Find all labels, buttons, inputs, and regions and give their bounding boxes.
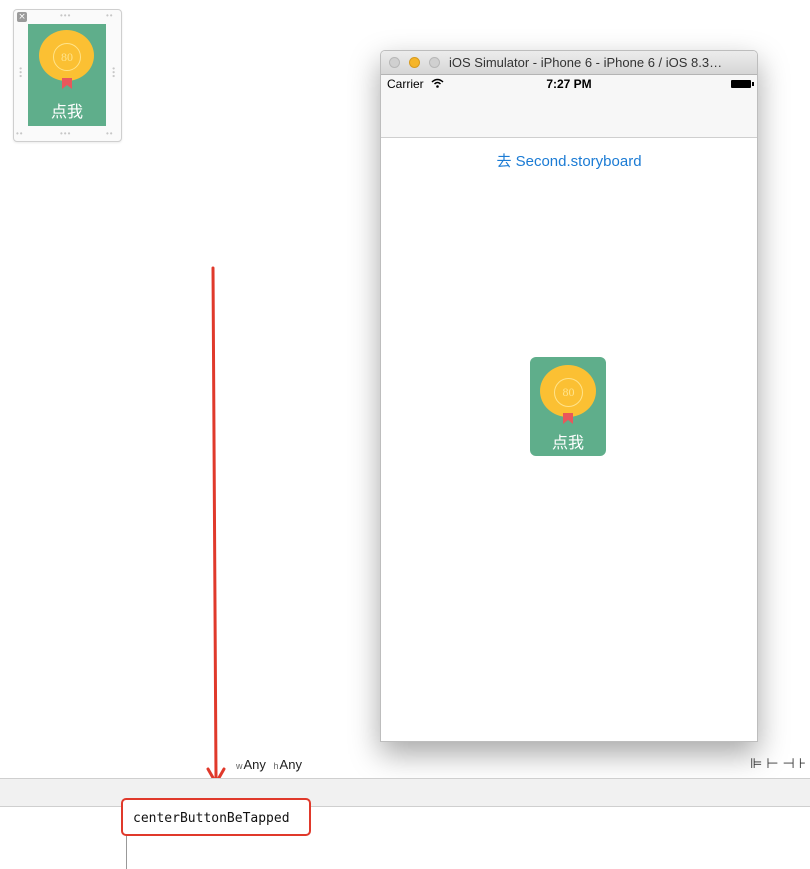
simulator-window[interactable]: iOS Simulator - iPhone 6 - iPhone 6 / iO… xyxy=(380,50,758,742)
battery-icon xyxy=(731,80,754,88)
ribbon-icon xyxy=(62,78,72,89)
resize-handle-corner-bl[interactable]: •• xyxy=(16,130,24,138)
align-icon[interactable]: ⊫ xyxy=(750,756,766,772)
xib-button-view[interactable]: × ••• ••• ••• ••• •• •• •• 80 点我 xyxy=(13,9,122,142)
zoom-window-button[interactable] xyxy=(429,57,440,68)
medal-tile[interactable]: 80 点我 xyxy=(28,24,106,126)
size-class-control[interactable]: wAny hAny xyxy=(236,757,302,772)
tile-label: 点我 xyxy=(50,104,83,121)
layout-toolbar: ⊫⊢⊣⊦ xyxy=(750,756,810,772)
resize-handle-bottom[interactable]: ••• xyxy=(60,130,71,138)
close-window-button[interactable] xyxy=(389,57,400,68)
pin-icon[interactable]: ⊢⊣ xyxy=(766,756,798,772)
minimize-window-button[interactable] xyxy=(409,57,420,68)
annotation-arrow xyxy=(206,266,226,785)
center-button[interactable]: 80 点我 xyxy=(530,357,606,456)
width-class: Any xyxy=(243,757,266,772)
method-name-highlight: centerButtonBeTapped xyxy=(121,798,311,836)
simulator-titlebar[interactable]: iOS Simulator - iPhone 6 - iPhone 6 / iO… xyxy=(381,51,757,75)
height-class: Any xyxy=(279,757,302,772)
width-prefix: w xyxy=(236,761,243,771)
window-title: iOS Simulator - iPhone 6 - iPhone 6 / iO… xyxy=(449,55,723,70)
status-bar: Carrier 7:27 PM xyxy=(381,75,757,93)
ribbon-icon xyxy=(563,413,573,424)
go-second-storyboard-button[interactable]: 去 Second.storyboard xyxy=(381,150,757,171)
resize-handle-right[interactable]: ••• xyxy=(109,67,118,78)
resize-handle-top[interactable]: ••• xyxy=(60,12,71,20)
close-icon[interactable]: × xyxy=(17,12,27,22)
resize-handle-left[interactable]: ••• xyxy=(16,67,25,78)
resize-handle-corner-br[interactable]: •• xyxy=(106,130,114,138)
code-gutter-line xyxy=(126,836,127,869)
method-name[interactable]: centerButtonBeTapped xyxy=(133,811,290,826)
medal-number: 80 xyxy=(554,378,583,407)
medal-number: 80 xyxy=(53,43,81,71)
resize-handle-corner-tr[interactable]: •• xyxy=(106,12,114,20)
resolve-icon[interactable]: ⊦ xyxy=(799,756,810,772)
height-prefix: h xyxy=(273,761,279,771)
center-button-label: 点我 xyxy=(551,435,584,452)
status-time: 7:27 PM xyxy=(546,77,592,91)
